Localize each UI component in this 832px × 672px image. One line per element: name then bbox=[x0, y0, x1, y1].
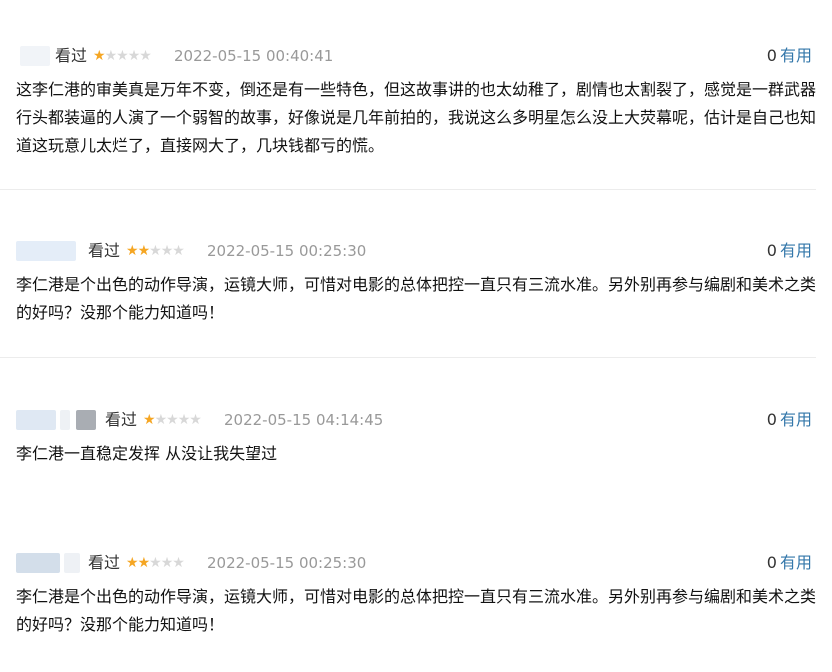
blurred-username bbox=[76, 410, 96, 430]
star-empty-icon: ★ bbox=[177, 412, 191, 428]
useful-button[interactable]: 有用 bbox=[780, 241, 812, 260]
star-empty-icon: ★ bbox=[116, 48, 129, 64]
comment-timestamp: 2022-05-15 00:40:41 bbox=[174, 47, 334, 65]
blurred-username bbox=[20, 46, 50, 66]
username-avatar[interactable] bbox=[16, 410, 98, 430]
star-empty-icon: ★ bbox=[160, 555, 174, 571]
star-empty-icon: ★ bbox=[104, 48, 118, 64]
star-filled-icon: ★ bbox=[143, 412, 156, 428]
comment-text: 李仁港是个出色的动作导演，运镜大师，可惜对电影的总体把控一直只有三流水准。另外别… bbox=[16, 275, 817, 322]
star-empty-icon: ★ bbox=[189, 412, 202, 428]
comment-timestamp: 2022-05-15 00:25:30 bbox=[207, 242, 367, 260]
useful-count: 0 bbox=[766, 410, 777, 429]
useful-vote[interactable]: 0 有用 bbox=[767, 409, 812, 431]
rating-stars: ★★★★★ bbox=[126, 240, 185, 262]
blurred-username bbox=[16, 410, 56, 430]
comment-meta: 看过 ★★★★★ 2022-05-15 04:14:45 0 有用 bbox=[0, 408, 832, 432]
star-filled-icon: ★ bbox=[137, 243, 151, 259]
star-empty-icon: ★ bbox=[149, 555, 162, 571]
star-empty-icon: ★ bbox=[160, 243, 174, 259]
username-avatar[interactable] bbox=[16, 241, 76, 261]
comment-text: 李仁港一直稳定发挥 从没让我失望过 bbox=[16, 444, 278, 463]
rating-stars: ★★★★★ bbox=[93, 45, 152, 67]
useful-button[interactable]: 有用 bbox=[780, 553, 812, 572]
watched-status: 看过 bbox=[105, 410, 138, 429]
star-empty-icon: ★ bbox=[154, 412, 168, 428]
rating-stars: ★★★★★ bbox=[126, 552, 185, 574]
watched-status: 看过 bbox=[88, 241, 121, 260]
blurred-username bbox=[64, 553, 80, 573]
blurred-username bbox=[16, 241, 76, 261]
blurred-username bbox=[16, 553, 60, 573]
username-avatar[interactable] bbox=[20, 46, 50, 66]
divider bbox=[0, 357, 816, 358]
star-filled-icon: ★ bbox=[137, 555, 151, 571]
useful-count: 0 bbox=[766, 46, 777, 65]
useful-vote[interactable]: 0 有用 bbox=[767, 552, 812, 574]
divider bbox=[0, 189, 816, 190]
star-empty-icon: ★ bbox=[172, 243, 185, 259]
comment-text: 李仁港是个出色的动作导演，运镜大师，可惜对电影的总体把控一直只有三流水准。另外别… bbox=[16, 587, 817, 634]
useful-vote[interactable]: 0 有用 bbox=[767, 240, 812, 262]
comment-meta: 看过 ★★★★★ 2022-05-15 00:40:41 0 有用 bbox=[0, 44, 832, 68]
comment-meta: 看过 ★★★★★ 2022-05-15 00:25:30 0 有用 bbox=[0, 239, 832, 263]
useful-button[interactable]: 有用 bbox=[780, 46, 812, 65]
star-empty-icon: ★ bbox=[149, 243, 162, 259]
watched-status: 看过 bbox=[88, 553, 121, 572]
useful-count: 0 bbox=[766, 241, 777, 260]
username-avatar[interactable] bbox=[16, 553, 82, 573]
useful-vote[interactable]: 0 有用 bbox=[767, 45, 812, 67]
star-filled-icon: ★ bbox=[93, 48, 106, 64]
comment-timestamp: 2022-05-15 00:25:30 bbox=[207, 554, 367, 572]
star-empty-icon: ★ bbox=[166, 412, 179, 428]
rating-stars: ★★★★★ bbox=[143, 409, 202, 431]
star-filled-icon: ★ bbox=[126, 243, 139, 259]
watched-status: 看过 bbox=[55, 46, 88, 65]
star-empty-icon: ★ bbox=[127, 48, 141, 64]
useful-button[interactable]: 有用 bbox=[780, 410, 812, 429]
star-filled-icon: ★ bbox=[126, 555, 139, 571]
comment-meta: 看过 ★★★★★ 2022-05-15 00:25:30 0 有用 bbox=[0, 551, 832, 575]
comment-timestamp: 2022-05-15 04:14:45 bbox=[224, 411, 384, 429]
useful-count: 0 bbox=[766, 553, 777, 572]
star-empty-icon: ★ bbox=[139, 48, 152, 64]
star-empty-icon: ★ bbox=[172, 555, 185, 571]
blurred-username bbox=[60, 410, 70, 430]
comment-text: 这李仁港的审美真是万年不变，倒还是有一些特色，但这故事讲的也太幼稚了，剧情也太割… bbox=[16, 80, 817, 155]
